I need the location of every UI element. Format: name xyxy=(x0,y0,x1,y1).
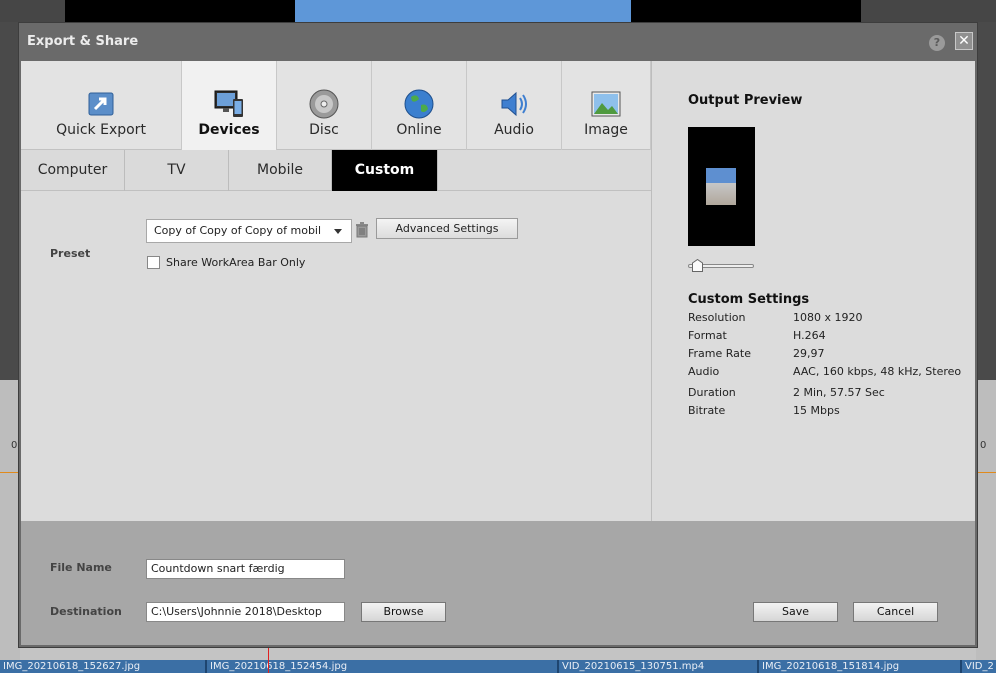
subtab-computer[interactable]: Computer xyxy=(21,150,125,191)
tab-audio[interactable]: Audio xyxy=(467,61,562,150)
tab-quick-export[interactable]: Quick Export xyxy=(21,61,182,150)
output-preview-panel: Output Preview Custom Settings Resolutio… xyxy=(651,61,975,521)
cancel-button[interactable]: Cancel xyxy=(853,602,938,622)
film-clip[interactable]: IMG_20210618_152627.jpg xyxy=(0,660,205,673)
tab-label: Disc xyxy=(309,122,339,138)
preset-label: Preset xyxy=(50,247,91,260)
dialog-content: Quick Export Devices Disc Online Audio I… xyxy=(21,61,975,521)
quick-export-icon xyxy=(88,92,114,116)
sub-tab-bar: Computer TV Mobile Custom xyxy=(21,150,651,191)
help-icon[interactable]: ? xyxy=(929,35,945,51)
preset-dropdown[interactable]: Copy of Copy of Copy of mobil xyxy=(146,219,352,243)
monitor-letterbox-left xyxy=(65,0,295,22)
setting-value: 29,97 xyxy=(793,347,825,360)
timeline-tick-label: 0 xyxy=(11,440,18,451)
subtab-mobile[interactable]: Mobile xyxy=(229,150,332,191)
tab-online[interactable]: Online xyxy=(372,61,467,150)
setting-key: Bitrate xyxy=(688,404,726,417)
film-clip[interactable]: VID_2 xyxy=(960,660,996,673)
setting-value: 2 Min, 57.57 Sec xyxy=(793,386,885,399)
save-button[interactable]: Save xyxy=(753,602,838,622)
tab-label: Online xyxy=(396,122,442,138)
setting-key: Resolution xyxy=(688,311,746,324)
advanced-settings-button[interactable]: Advanced Settings xyxy=(376,218,518,239)
disc-icon xyxy=(309,89,339,119)
share-workarea-checkbox[interactable] xyxy=(147,256,160,269)
monitor-letterbox-right xyxy=(631,0,861,22)
tab-label: Audio xyxy=(494,122,534,138)
share-workarea-label: Share WorkArea Bar Only xyxy=(166,256,306,269)
film-clip[interactable]: IMG_20210618_152454.jpg xyxy=(205,660,557,673)
tab-label: Image xyxy=(584,122,628,138)
filmstrip: IMG_20210618_152627.jpg IMG_20210618_152… xyxy=(0,660,996,673)
setting-key: Format xyxy=(688,329,727,342)
setting-key: Frame Rate xyxy=(688,347,751,360)
preview-thumbnail xyxy=(706,168,736,205)
chevron-down-icon xyxy=(334,229,342,234)
subtab-tv[interactable]: TV xyxy=(125,150,229,191)
dialog-title: Export & Share xyxy=(27,34,139,49)
file-name-input[interactable]: Countdown snart færdig xyxy=(146,559,345,579)
film-clip[interactable]: VID_20210615_130751.mp4 xyxy=(557,660,757,673)
file-name-label: File Name xyxy=(50,561,112,574)
timeline-marker-line xyxy=(976,472,996,473)
tab-devices[interactable]: Devices xyxy=(182,61,277,150)
export-share-dialog: Export & Share ? ✕ Quick Export Devices … xyxy=(18,22,978,648)
timeline-right-column xyxy=(976,380,996,660)
devices-icon xyxy=(214,90,243,117)
timeline-playhead[interactable] xyxy=(268,648,269,673)
destination-input[interactable]: C:\Users\Johnnie 2018\Desktop xyxy=(146,602,345,622)
setting-value: H.264 xyxy=(793,329,826,342)
monitor-video-frame xyxy=(295,0,631,22)
timeline-marker-line xyxy=(0,472,20,473)
dialog-titlebar[interactable]: Export & Share ? ✕ xyxy=(19,23,977,61)
film-clip[interactable]: IMG_20210618_151814.jpg xyxy=(757,660,960,673)
close-icon[interactable]: ✕ xyxy=(955,32,973,50)
timeline-tick-label: 0 xyxy=(980,440,987,451)
main-tab-bar: Quick Export Devices Disc Online Audio I… xyxy=(21,61,651,150)
image-icon xyxy=(591,91,621,117)
browse-button[interactable]: Browse xyxy=(361,602,446,622)
destination-label: Destination xyxy=(50,605,122,618)
tab-disc[interactable]: Disc xyxy=(277,61,372,150)
setting-key: Audio xyxy=(688,365,720,378)
preview-slider-handle[interactable] xyxy=(692,259,703,272)
setting-key: Duration xyxy=(688,386,736,399)
preset-value: Copy of Copy of Copy of mobil xyxy=(154,224,322,237)
dialog-footer: File Name Countdown snart færdig Destina… xyxy=(21,521,975,645)
timeline-left-column xyxy=(0,380,20,660)
custom-settings-title: Custom Settings xyxy=(688,292,810,307)
tab-label: Quick Export xyxy=(56,122,146,138)
speaker-icon xyxy=(501,91,527,117)
tab-label: Devices xyxy=(198,122,260,138)
setting-value: 15 Mbps xyxy=(793,404,840,417)
setting-value: 1080 x 1920 xyxy=(793,311,863,324)
tab-image[interactable]: Image xyxy=(562,61,651,150)
trash-icon[interactable] xyxy=(355,222,369,238)
preview-frame xyxy=(688,127,755,246)
subtab-custom[interactable]: Custom xyxy=(332,150,438,191)
setting-value: AAC, 160 kbps, 48 kHz, Stereo xyxy=(793,365,962,378)
globe-icon xyxy=(404,89,434,119)
output-preview-title: Output Preview xyxy=(688,93,803,108)
